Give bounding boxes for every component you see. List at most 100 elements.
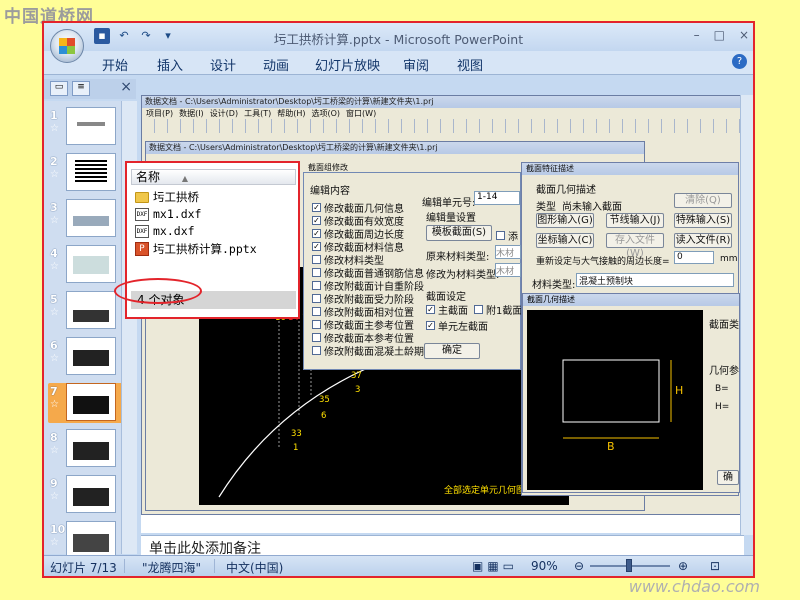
cad-label: 35 bbox=[319, 395, 330, 405]
sw-menu-item[interactable]: 数据(I) bbox=[179, 108, 204, 119]
sw-menu-item[interactable]: 工具(T) bbox=[244, 108, 271, 119]
dialog-caption: 截面几何描述 bbox=[523, 294, 739, 306]
fit-window-icon[interactable]: ⊡ bbox=[710, 559, 720, 573]
slide-preview bbox=[66, 291, 116, 329]
thumbnail-3[interactable]: 3 ☆ bbox=[48, 199, 130, 239]
sub-section-checkbox[interactable]: 附1截面 bbox=[474, 302, 522, 317]
animation-star-icon: ☆ bbox=[50, 399, 59, 410]
software-toolbar bbox=[142, 119, 743, 133]
left-section-checkbox[interactable]: ✓ 单元左截面 bbox=[426, 318, 488, 333]
thumbnail-number: 4 bbox=[50, 247, 58, 260]
thumbnail-number: 10 bbox=[50, 523, 66, 536]
tab-animation[interactable]: 动画 bbox=[263, 55, 289, 74]
save-file-button[interactable]: 存入文件(W) bbox=[606, 233, 664, 259]
column-header-name[interactable]: 名称 ▲ bbox=[131, 169, 296, 185]
slide-scrollbar[interactable] bbox=[740, 95, 753, 535]
section-type-label: 截面类 bbox=[709, 320, 739, 331]
minimize-button[interactable]: – bbox=[694, 28, 700, 42]
group-title: 截面几何描述 bbox=[536, 185, 596, 196]
thumbnail-4[interactable]: 4 ☆ bbox=[48, 245, 130, 285]
material-select[interactable]: 混凝土预制块 bbox=[576, 273, 734, 287]
outline-tab-icon[interactable]: ≡ bbox=[72, 81, 90, 96]
cad-label: 33 bbox=[291, 429, 302, 439]
slide-counter: 幻灯片 7/13 bbox=[50, 561, 117, 575]
thumbnail-9[interactable]: 9 ☆ bbox=[48, 475, 130, 515]
thumbnail-1[interactable]: 1 ☆ bbox=[48, 107, 130, 147]
template-section-button[interactable]: 模板截面(S) bbox=[426, 225, 492, 241]
perimeter-input[interactable]: 0 bbox=[674, 251, 714, 264]
special-input-button[interactable]: 特殊输入(S) bbox=[674, 213, 732, 228]
view-buttons[interactable]: ▣▦▭ bbox=[472, 559, 518, 573]
orig-material-input[interactable]: 木材 bbox=[495, 245, 521, 259]
sw-menu-item[interactable]: 设计(D) bbox=[210, 108, 238, 119]
graphic-input-button[interactable]: 图形输入(G) bbox=[536, 213, 594, 228]
dialog-caption: 截面特征描述 bbox=[522, 163, 738, 175]
slide-preview bbox=[66, 107, 116, 145]
slide-preview bbox=[66, 383, 116, 421]
panel-close-icon[interactable]: × bbox=[120, 79, 132, 95]
new-material-label: 修改为材料类型: bbox=[426, 270, 500, 281]
option-checkbox[interactable]: 修改附截面混凝土龄期 bbox=[312, 343, 424, 358]
sw-menu-item[interactable]: 项目(P) bbox=[146, 108, 173, 119]
tab-view[interactable]: 视图 bbox=[457, 55, 483, 74]
thumbnail-number: 8 bbox=[50, 431, 58, 444]
zoom-in-icon[interactable]: ⊕ bbox=[678, 559, 688, 573]
ok-button[interactable]: 确定 bbox=[424, 343, 480, 359]
clear-button[interactable]: 清除(Q) bbox=[674, 193, 732, 208]
zoom-level[interactable]: 90% bbox=[531, 559, 558, 573]
highlight-oval bbox=[114, 278, 202, 304]
coordinate-input-button[interactable]: 坐标输入(C) bbox=[536, 233, 594, 248]
section-set-title: 截面设定 bbox=[426, 292, 466, 303]
animation-star-icon: ☆ bbox=[50, 123, 59, 134]
thumbnail-number: 9 bbox=[50, 477, 58, 490]
office-button[interactable] bbox=[50, 29, 84, 63]
file-item-pptx[interactable]: P 圬工拱桥计算.pptx bbox=[135, 241, 257, 257]
group-title: 编辑内容 bbox=[310, 186, 350, 197]
tab-home[interactable]: 开始 bbox=[102, 55, 128, 74]
thumbnail-2[interactable]: 2 ☆ bbox=[48, 153, 130, 193]
close-button[interactable]: × bbox=[739, 28, 749, 42]
thumbnail-7-selected[interactable]: 7 ☆ bbox=[48, 383, 130, 423]
file-item-dxf[interactable]: DXF mx1.dxf bbox=[135, 207, 201, 221]
confirm-button[interactable]: 确 bbox=[717, 470, 739, 485]
sw-menu-item[interactable]: 帮助(H) bbox=[277, 108, 305, 119]
thumbnail-6[interactable]: 6 ☆ bbox=[48, 337, 130, 377]
thumbnail-8[interactable]: 8 ☆ bbox=[48, 429, 130, 469]
load-file-button[interactable]: 读入文件(R) bbox=[674, 233, 732, 248]
thumbnail-number: 5 bbox=[50, 293, 58, 306]
cad-label: 1 bbox=[293, 443, 299, 453]
help-icon[interactable]: ? bbox=[732, 54, 747, 69]
file-item-folder[interactable]: 圬工拱桥 bbox=[135, 189, 199, 205]
animation-star-icon: ☆ bbox=[50, 215, 59, 226]
file-name: mx.dxf bbox=[153, 224, 195, 238]
panel-tabs: ▭ ≡ × bbox=[44, 79, 136, 99]
tab-design[interactable]: 设计 bbox=[210, 55, 236, 74]
slide-preview bbox=[66, 429, 116, 467]
tab-slideshow[interactable]: 幻灯片放映 bbox=[315, 55, 380, 74]
thumbnail-number: 2 bbox=[50, 155, 58, 168]
orig-material-label: 原来材料类型: bbox=[426, 252, 490, 263]
tab-review[interactable]: 审阅 bbox=[403, 55, 429, 74]
notes-pane[interactable]: 单击此处添加备注 bbox=[141, 535, 744, 557]
software-title: 数据文档 - C:\Users\Administrator\Desktop\圬工… bbox=[142, 96, 743, 108]
animation-star-icon: ☆ bbox=[50, 261, 59, 272]
language[interactable]: 中文(中国) bbox=[226, 559, 283, 576]
tab-insert[interactable]: 插入 bbox=[157, 55, 183, 74]
add-checkbox[interactable]: 添 bbox=[496, 228, 518, 243]
section-edit-dialog: 截面组修改 编辑内容 ✓ 修改截面几何信息 ✓ 修改截面有效宽度 ✓ 修改截面周边长度… bbox=[303, 163, 522, 370]
window-title: 圬工拱桥计算.pptx - Microsoft PowerPoint bbox=[273, 32, 524, 47]
main-section-checkbox[interactable]: ✓ 主截面 bbox=[426, 302, 468, 317]
folder-icon bbox=[135, 191, 149, 203]
zoom-slider-knob[interactable] bbox=[626, 559, 632, 572]
unit-input[interactable]: 1-14 bbox=[474, 191, 520, 205]
thumbnail-5[interactable]: 5 ☆ bbox=[48, 291, 130, 331]
column-header-label: 名称 bbox=[136, 170, 161, 184]
node-input-button[interactable]: 节线输入(J) bbox=[606, 213, 664, 228]
file-item-dxf[interactable]: DXF mx.dxf bbox=[135, 224, 195, 238]
sw-menu-item[interactable]: 窗口(W) bbox=[346, 108, 376, 119]
maximize-button[interactable]: □ bbox=[714, 28, 725, 42]
sw-menu-item[interactable]: 选项(O) bbox=[312, 108, 341, 119]
zoom-out-icon[interactable]: ⊖ bbox=[574, 559, 584, 573]
new-material-input[interactable]: 木材 bbox=[495, 263, 521, 277]
slides-tab-icon[interactable]: ▭ bbox=[50, 81, 68, 96]
